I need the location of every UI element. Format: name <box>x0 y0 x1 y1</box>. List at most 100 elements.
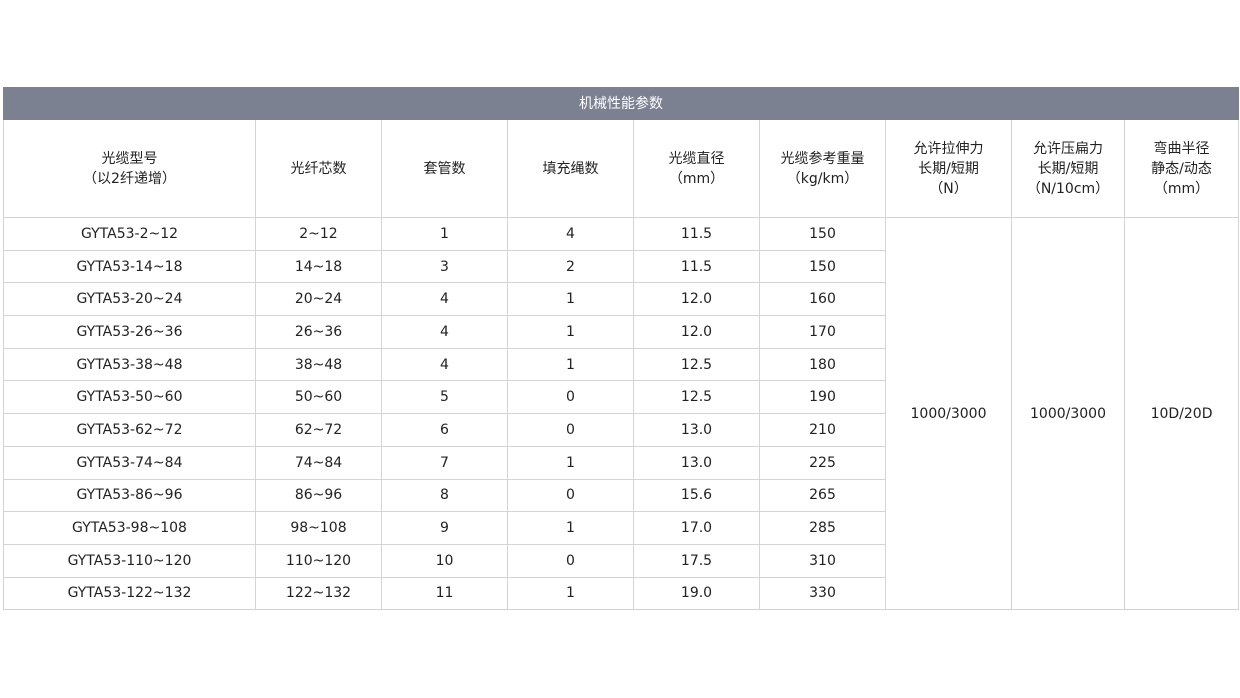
header-bend-radius: 弯曲半径 静态/动态 （mm） <box>1123 119 1240 218</box>
cell-filler-count: 1 <box>507 576 634 611</box>
cell-fiber-count: 122~132 <box>255 576 382 611</box>
header-line: 光缆直径 <box>668 150 725 167</box>
cell-cable-model: GYTA53-74~84 <box>3 445 256 480</box>
cell-tube-count: 9 <box>381 511 508 545</box>
cell-fiber-count: 62~72 <box>255 413 382 447</box>
cell-cable-model: GYTA53-14~18 <box>3 249 256 284</box>
header-line: 填充绳数 <box>542 160 599 177</box>
cell-fiber-count: 74~84 <box>255 445 382 480</box>
cell-filler-count: 1 <box>507 315 634 349</box>
cell-tube-count: 4 <box>381 315 508 349</box>
cell-cable-weight: 180 <box>759 347 886 382</box>
cell-crush-resistance: 1000/3000 <box>1011 216 1125 611</box>
header-tube-count: 套管数 <box>381 119 508 218</box>
cell-cable-diameter: 12.5 <box>633 347 760 382</box>
cell-cable-model: GYTA53-2~12 <box>3 217 256 251</box>
cell-filler-count: 0 <box>507 478 634 513</box>
cell-cable-diameter: 17.5 <box>633 543 760 578</box>
cell-tube-count: 8 <box>381 478 508 513</box>
cell-cable-model: GYTA53-86~96 <box>3 478 256 513</box>
cell-filler-count: 1 <box>507 282 634 317</box>
mechanical-params-table: 机械性能参数 光缆型号 （以2纤递增） 光纤芯数 套管数 填充绳数 光缆直径 （mm） 光缆参… <box>2 87 1240 611</box>
cell-cable-weight: 190 <box>759 380 886 415</box>
cell-cable-weight: 150 <box>759 217 886 251</box>
cell-tube-count: 4 <box>381 282 508 317</box>
header-line: 允许压扁力 <box>1033 140 1103 157</box>
cell-cable-diameter: 11.5 <box>633 217 760 251</box>
header-line: 允许拉伸力 <box>913 140 984 157</box>
header-line: 光缆参考重量 <box>780 150 865 167</box>
header-line: 光纤芯数 <box>290 160 347 177</box>
cell-filler-count: 1 <box>507 347 634 382</box>
cell-cable-diameter: 12.0 <box>633 315 760 349</box>
cell-tube-count: 4 <box>381 347 508 382</box>
header-filler-count: 填充绳数 <box>507 119 634 218</box>
cell-fiber-count: 98~108 <box>255 511 382 545</box>
cell-filler-count: 4 <box>507 217 634 251</box>
cell-fiber-count: 26~36 <box>255 315 382 349</box>
cell-tube-count: 6 <box>381 413 508 447</box>
cell-bend-radius: 10D/20D <box>1123 216 1240 611</box>
table-body: GYTA53-2~12 2~12 1 4 11.5 150 1000/3000 1000/30… <box>3 216 1240 611</box>
cell-cable-weight: 330 <box>759 576 886 611</box>
cell-cable-weight: 150 <box>759 249 886 284</box>
cell-filler-count: 1 <box>507 511 634 545</box>
header-cable-model: 光缆型号 （以2纤递增） <box>3 119 256 218</box>
header-line: 长期/短期 <box>1037 160 1099 177</box>
cell-cable-model: GYTA53-62~72 <box>3 413 256 447</box>
header-line: 弯曲半径 <box>1153 140 1210 157</box>
cell-cable-diameter: 11.5 <box>633 249 760 284</box>
header-line: 套管数 <box>423 160 466 177</box>
cell-cable-weight: 265 <box>759 478 886 513</box>
header-line: （N/10cm） <box>1026 180 1110 197</box>
cell-fiber-count: 38~48 <box>255 347 382 382</box>
cell-cable-diameter: 19.0 <box>633 576 760 611</box>
cell-tube-count: 1 <box>381 217 508 251</box>
mechanical-params-table-wrap: 机械性能参数 光缆型号 （以2纤递增） 光纤芯数 套管数 填充绳数 光缆直径 （mm） 光缆参… <box>2 87 1240 611</box>
cell-cable-model: GYTA53-50~60 <box>3 380 256 415</box>
header-line: 光缆型号 <box>101 150 158 167</box>
cell-filler-count: 2 <box>507 249 634 284</box>
cell-tensile-strength: 1000/3000 <box>885 216 1012 611</box>
header-line: （以2纤递增） <box>83 170 176 187</box>
header-line: （kg/km） <box>786 170 859 187</box>
table-title: 机械性能参数 <box>2 87 1240 120</box>
cell-filler-count: 0 <box>507 380 634 415</box>
cell-tube-count: 5 <box>381 380 508 415</box>
cell-filler-count: 0 <box>507 543 634 578</box>
header-line: 长期/短期 <box>918 160 979 177</box>
cell-cable-weight: 310 <box>759 543 886 578</box>
cell-fiber-count: 50~60 <box>255 380 382 415</box>
cell-cable-diameter: 12.0 <box>633 282 760 317</box>
cell-cable-model: GYTA53-20~24 <box>3 282 256 317</box>
cell-tube-count: 11 <box>381 576 508 611</box>
cell-fiber-count: 20~24 <box>255 282 382 317</box>
cell-tube-count: 7 <box>381 445 508 480</box>
cell-cable-weight: 225 <box>759 445 886 480</box>
header-crush-resistance: 允许压扁力长期/短期 （N/10cm） <box>1011 119 1125 218</box>
cell-tube-count: 10 <box>381 543 508 578</box>
cell-cable-model: GYTA53-122~132 <box>3 576 256 611</box>
cell-fiber-count: 2~12 <box>255 217 382 251</box>
table-row: GYTA53-2~12 2~12 1 4 11.5 150 1000/3000 1000/30… <box>3 216 1240 611</box>
cell-cable-diameter: 15.6 <box>633 478 760 513</box>
cell-cable-diameter: 17.0 <box>633 511 760 545</box>
header-row: 光缆型号 （以2纤递增） 光纤芯数 套管数 填充绳数 光缆直径 （mm） 光缆参考重量 （kg/… <box>3 119 1240 218</box>
cell-cable-model: GYTA53-26~36 <box>3 315 256 349</box>
header-cable-weight: 光缆参考重量 （kg/km） <box>759 119 886 218</box>
cell-cable-diameter: 13.0 <box>633 445 760 480</box>
cell-cable-model: GYTA53-98~108 <box>3 511 256 545</box>
cell-cable-weight: 170 <box>759 315 886 349</box>
header-tensile-strength: 允许拉伸力 长期/短期 （N） <box>885 119 1012 218</box>
header-line: （mm） <box>668 170 725 187</box>
cell-fiber-count: 110~120 <box>255 543 382 578</box>
header-line: 静态/动态 <box>1151 160 1212 177</box>
cell-cable-diameter: 13.0 <box>633 413 760 447</box>
cell-cable-weight: 210 <box>759 413 886 447</box>
cell-cable-model: GYTA53-110~120 <box>3 543 256 578</box>
cell-fiber-count: 14~18 <box>255 249 382 284</box>
header-cable-diameter: 光缆直径 （mm） <box>633 119 760 218</box>
cell-cable-weight: 160 <box>759 282 886 317</box>
cell-cable-weight: 285 <box>759 511 886 545</box>
cell-tube-count: 3 <box>381 249 508 284</box>
